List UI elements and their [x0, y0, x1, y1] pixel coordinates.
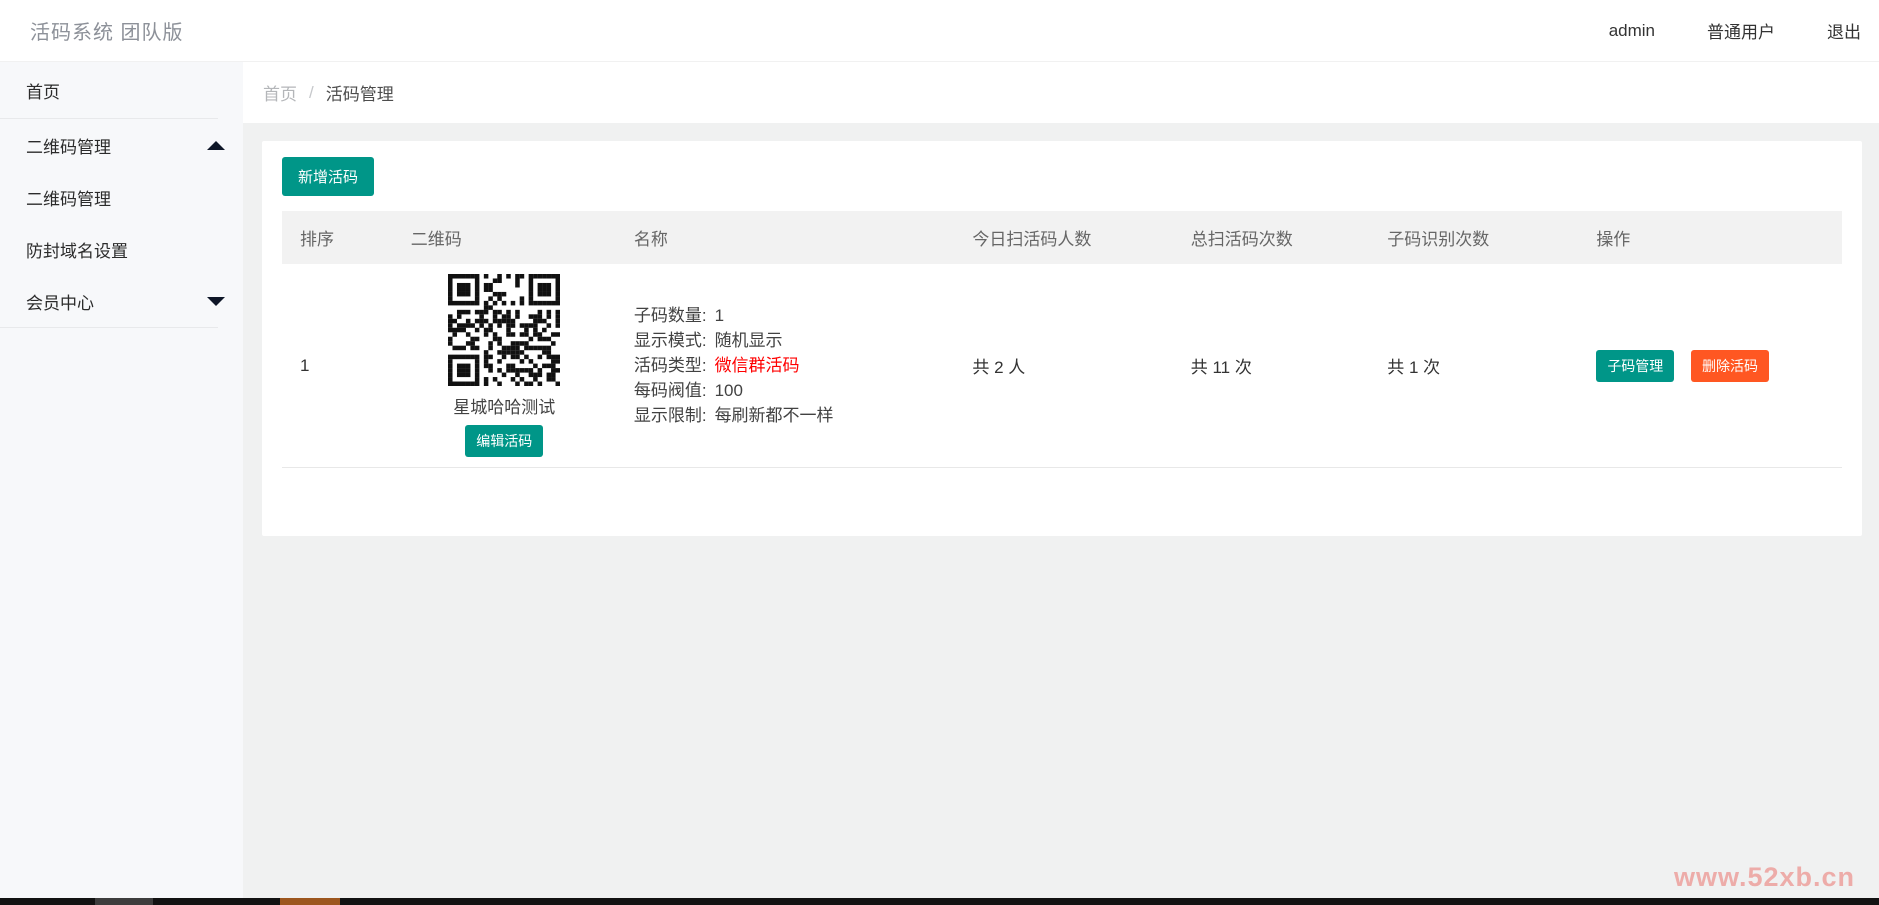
sidebar-item-home[interactable]: 首页 [0, 62, 243, 118]
column-header-today-scans: 今日扫活码人数 [972, 230, 1092, 249]
detail-live-code-type: 活码类型: 微信群活码 [633, 356, 800, 375]
qrcode-list-card: 新增活码 排序 二维码 名称 今日扫活码人数 总扫活码次数 子码识别次数 操作 … [262, 141, 1862, 536]
cell-order: 1 [282, 264, 393, 468]
content-area: 新增活码 排序 二维码 名称 今日扫活码人数 总扫活码次数 子码识别次数 操作 … [243, 123, 1879, 536]
sidebar-item-qrcode-management-sub[interactable]: 二维码管理 [0, 171, 243, 223]
chevron-down-icon [207, 296, 225, 306]
table-row: 1 星城哈哈测试 编辑活码 子码数量: 1 显示模式: 随机显示 活码类型: 微… [282, 264, 1842, 468]
sidebar-item-qrcode-management[interactable]: 二维码管理 [0, 119, 243, 171]
top-header: 活码系统 团队版 admin 普通用户 退出 [0, 0, 1879, 62]
sidebar-item-label: 首页 [26, 82, 60, 102]
breadcrumb-separator: / [309, 82, 314, 102]
detail-threshold: 每码阀值: 100 [633, 381, 743, 400]
sidebar-divider [0, 327, 218, 328]
cell-today-scans: 共 2 人 [954, 264, 1173, 468]
column-header-name: 名称 [633, 230, 668, 249]
column-header-subcode-scans: 子码识别次数 [1387, 230, 1490, 249]
detail-display-limit: 显示限制: 每刷新都不一样 [633, 406, 834, 425]
user-role-link[interactable]: 普通用户 [1707, 18, 1775, 43]
chevron-up-icon [207, 140, 225, 150]
column-header-qrcode: 二维码 [410, 230, 462, 249]
breadcrumb-home-link[interactable]: 首页 [263, 80, 297, 105]
qr-code-image [448, 274, 561, 387]
sidebar-item-label: 二维码管理 [26, 137, 111, 157]
main-area: 首页 / 活码管理 新增活码 排序 二维码 名称 今日扫活码人数 总扫活码次数 … [243, 62, 1879, 898]
manage-subcode-button[interactable]: 子码管理 [1596, 349, 1675, 382]
edit-live-code-button[interactable]: 编辑活码 [465, 425, 544, 457]
logout-link[interactable]: 退出 [1827, 18, 1861, 43]
column-header-actions: 操作 [1596, 230, 1631, 249]
cell-total-scans: 共 11 次 [1172, 264, 1370, 468]
add-live-code-button[interactable]: 新增活码 [282, 157, 375, 196]
sidebar-item-member-center[interactable]: 会员中心 [0, 275, 243, 327]
cell-qrcode: 星城哈哈测试 编辑活码 [392, 264, 616, 468]
breadcrumb-current: 活码管理 [325, 85, 394, 104]
cell-subcode-scans: 共 1 次 [1369, 264, 1579, 468]
qr-code-name: 星城哈哈测试 [453, 398, 556, 417]
header-user-area: admin 普通用户 退出 [1609, 18, 1861, 43]
table-header-row: 排序 二维码 名称 今日扫活码人数 总扫活码次数 子码识别次数 操作 [282, 211, 1842, 264]
sidebar-item-label: 二维码管理 [26, 189, 111, 209]
column-header-total-scans: 总扫活码次数 [1190, 230, 1293, 249]
detail-subcode-count: 子码数量: 1 [633, 306, 725, 325]
sidebar-item-domain-settings[interactable]: 防封域名设置 [0, 223, 243, 275]
delete-live-code-button[interactable]: 删除活码 [1691, 349, 1770, 382]
sidebar-item-label: 会员中心 [26, 293, 94, 313]
app-title: 活码系统 团队版 [30, 22, 184, 44]
qrcode-table: 排序 二维码 名称 今日扫活码人数 总扫活码次数 子码识别次数 操作 1 星城哈… [282, 211, 1842, 468]
taskbar-segment-grey [95, 898, 153, 905]
sidebar: 首页 二维码管理 二维码管理 防封域名设置 会员中心 [0, 62, 243, 898]
sidebar-item-label: 防封域名设置 [26, 241, 128, 261]
taskbar-edge[interactable] [0, 898, 1879, 905]
detail-display-mode: 显示模式: 随机显示 [633, 331, 783, 350]
breadcrumb: 首页 / 活码管理 [243, 62, 1879, 123]
taskbar-segment-orange [280, 898, 340, 905]
cell-actions: 子码管理 删除活码 [1578, 264, 1842, 468]
column-header-order: 排序 [300, 230, 334, 249]
cell-name-details: 子码数量:1 显示模式:随机显示 活码类型:微信群活码 每码阀值:100 [615, 264, 955, 468]
username-link[interactable]: admin [1609, 21, 1655, 41]
